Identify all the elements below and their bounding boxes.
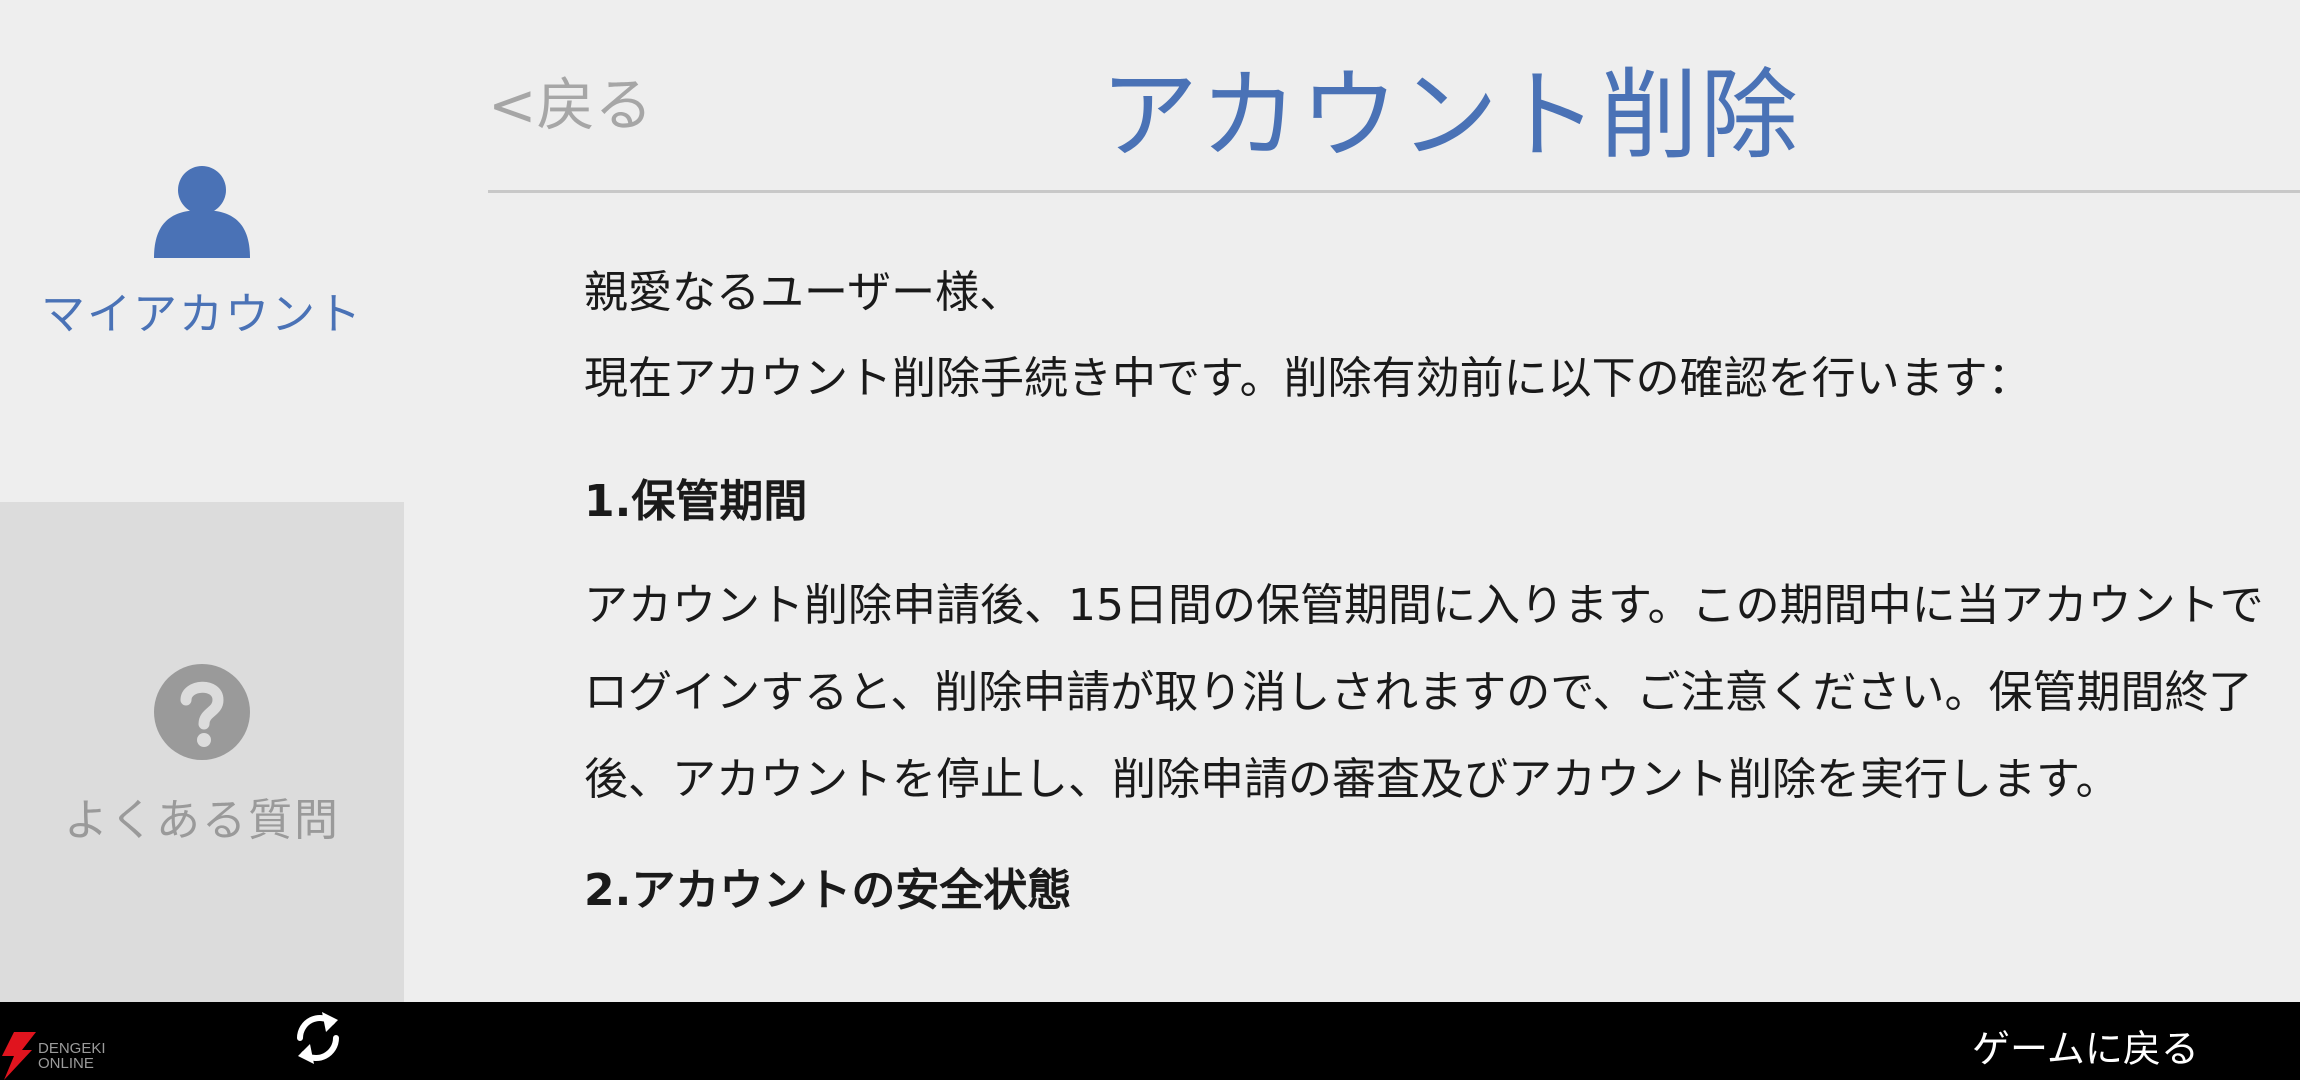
return-to-game-button[interactable]: ゲームに戻る bbox=[1972, 1018, 2199, 1073]
question-icon bbox=[154, 664, 250, 760]
section-body: アカウント削除申請後、15日間の保管期間に入ります。この期間中に当アカウントでロ… bbox=[584, 580, 2264, 805]
brand-logo: DENGEKI ONLINE bbox=[0, 1032, 130, 1080]
bottom-bar: DENGEKI ONLINE bbox=[0, 1002, 2300, 1080]
lightning-icon bbox=[2, 1032, 36, 1080]
person-icon bbox=[154, 166, 250, 258]
section-heading: 2.アカウントの安全状態 bbox=[584, 865, 1072, 916]
content-panel: 親愛なるユーザー様、 現在アカウント削除手続き中です。削除有効前に以下の確認を行… bbox=[584, 250, 2264, 1002]
brand-text-line: ONLINE bbox=[38, 1055, 94, 1072]
section-heading: 1.保管期間 bbox=[584, 476, 808, 527]
header-divider bbox=[488, 190, 2300, 193]
greeting-text: 親愛なるユーザー様、 bbox=[584, 267, 1024, 318]
sidebar-item-faq[interactable]: よくある質問 bbox=[0, 502, 404, 1002]
brand-text-line: DENGEKI bbox=[38, 1040, 106, 1057]
app-root: マイアカウント よくある質問 <戻る アカウント削除 親愛なるユーザー様、 現在… bbox=[0, 0, 2300, 1080]
intro-text: 現在アカウント削除手続き中です。削除有効前に以下の確認を行います： bbox=[584, 353, 2032, 404]
sidebar-item-label: マイアカウント bbox=[41, 289, 363, 340]
refresh-icon[interactable] bbox=[292, 1008, 344, 1068]
back-button[interactable]: <戻る bbox=[488, 58, 653, 142]
page-title: アカウント削除 bbox=[1100, 59, 1801, 173]
sidebar: マイアカウント よくある質問 bbox=[0, 0, 404, 1002]
sidebar-item-my-account[interactable]: マイアカウント bbox=[0, 0, 404, 502]
sidebar-item-label: よくある質問 bbox=[64, 795, 340, 846]
